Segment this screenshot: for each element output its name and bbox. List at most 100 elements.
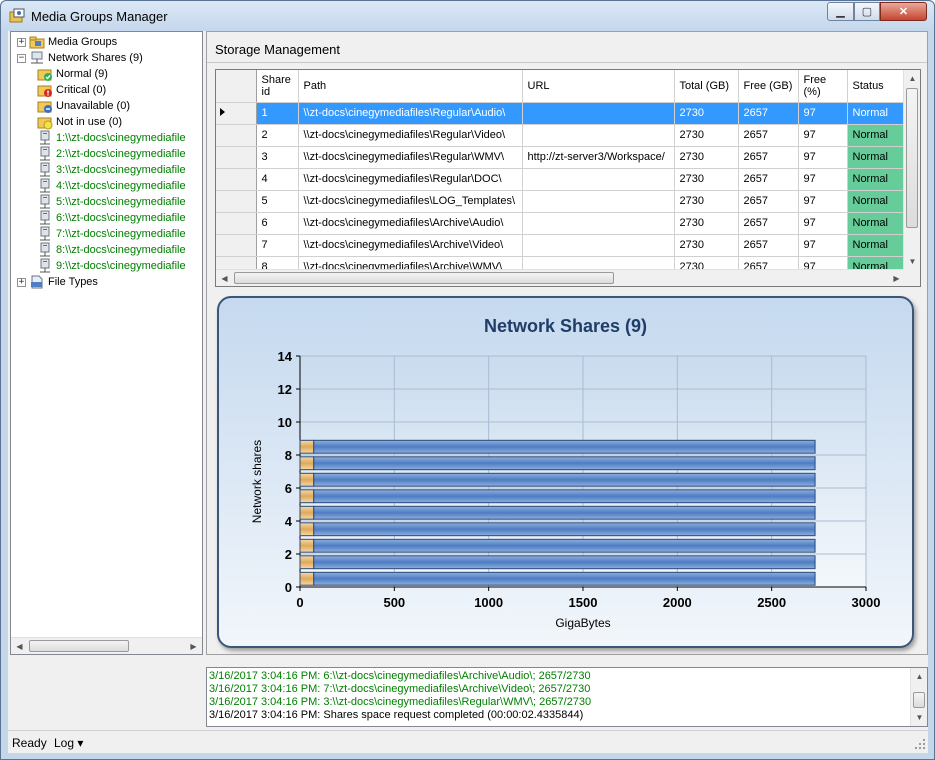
table-cell[interactable]: \\zt-docs\cinegymediafiles\Archive\Audio… (298, 212, 523, 235)
log-scroll-thumb[interactable] (913, 692, 925, 708)
table-cell[interactable]: Normal (847, 124, 906, 147)
row-header[interactable] (216, 124, 257, 147)
table-row[interactable]: 6 \\zt-docs\cinegymediafiles\Archive\Audi… (216, 212, 906, 235)
table-cell[interactable]: 97 (798, 124, 848, 147)
column-header[interactable]: Share id (256, 70, 299, 103)
tree-item[interactable]: 3:\\zt-docs\cinegymediafile (37, 162, 186, 178)
tree-item[interactable]: + File Types (17, 274, 98, 290)
tree-horizontal-scrollbar[interactable]: ◀ ▶ (11, 637, 202, 654)
table-cell[interactable] (522, 124, 675, 147)
table-cell[interactable]: http://zt-server3/Workspace/ (522, 146, 675, 169)
scroll-thumb[interactable] (29, 640, 129, 652)
tree-item[interactable]: − Network Shares (9) (17, 50, 143, 66)
tree-item[interactable]: 6:\\zt-docs\cinegymediafile (37, 210, 186, 226)
table-cell[interactable]: 2730 (674, 146, 739, 169)
tree-item[interactable]: Normal (9) (37, 66, 108, 82)
table-cell[interactable]: \\zt-docs\cinegymediafiles\Archive\Video… (298, 234, 523, 257)
table-cell[interactable]: 2730 (674, 168, 739, 191)
table-cell[interactable]: 97 (798, 190, 848, 213)
table-cell[interactable]: 97 (798, 168, 848, 191)
expand-icon[interactable]: + (17, 37, 26, 47)
table-cell[interactable]: 4 (256, 168, 299, 191)
table-cell[interactable]: 2657 (738, 102, 799, 125)
scroll-left-icon[interactable]: ◀ (11, 638, 28, 655)
tree-item[interactable]: 9:\\zt-docs\cinegymediafile (37, 258, 186, 274)
column-header[interactable]: URL (522, 70, 675, 103)
table-cell[interactable]: 2730 (674, 124, 739, 147)
table-cell[interactable]: \\zt-docs\cinegymediafiles\Regular\DOC\ (298, 168, 523, 191)
minimize-button[interactable]: ▁ (827, 2, 854, 21)
table-cell[interactable]: Normal (847, 168, 906, 191)
shares-grid[interactable]: Share id Path URL Total (GB) Free (GB) Free (… (215, 69, 921, 287)
table-cell[interactable]: Normal (847, 146, 906, 169)
table-cell[interactable]: 2657 (738, 146, 799, 169)
table-cell[interactable] (522, 102, 675, 125)
grid-vertical-scrollbar[interactable]: ▲ ▼ (903, 70, 920, 270)
table-row[interactable]: 3 \\zt-docs\cinegymediafiles\Regular\WMV\… (216, 146, 906, 169)
table-cell[interactable]: 7 (256, 234, 299, 257)
grid-hscroll-thumb[interactable] (234, 272, 614, 284)
table-row[interactable]: 5 \\zt-docs\cinegymediafiles\LOG_Template… (216, 190, 906, 213)
table-cell[interactable]: Normal (847, 190, 906, 213)
maximize-button[interactable]: ▢ (854, 2, 880, 21)
column-header[interactable]: Total (GB) (674, 70, 739, 103)
table-cell[interactable] (522, 190, 675, 213)
row-header[interactable] (216, 190, 257, 213)
tree-item[interactable]: 2:\\zt-docs\cinegymediafile (37, 146, 186, 162)
log-box[interactable]: 3/16/2017 3:04:16 PM: 6:\\zt-docs\cinegy… (206, 667, 928, 727)
grid-horizontal-scrollbar[interactable]: ◀ ▶ (216, 269, 905, 286)
scroll-down-icon[interactable]: ▼ (911, 709, 928, 726)
tree-item[interactable]: Critical (0) (37, 82, 106, 98)
tree-item[interactable]: 4:\\zt-docs\cinegymediafile (37, 178, 186, 194)
row-header[interactable] (216, 234, 257, 257)
column-header[interactable]: Path (298, 70, 523, 103)
tree-item[interactable]: Unavailable (0) (37, 98, 130, 114)
scroll-up-icon[interactable]: ▲ (904, 70, 920, 87)
tree-item[interactable]: 8:\\zt-docs\cinegymediafile (37, 242, 186, 258)
scroll-right-icon[interactable]: ▶ (185, 638, 202, 655)
table-cell[interactable] (522, 212, 675, 235)
table-cell[interactable]: 97 (798, 212, 848, 235)
table-row[interactable]: 4 \\zt-docs\cinegymediafiles\Regular\DOC\… (216, 168, 906, 191)
log-menu-button[interactable]: Log ▾ (54, 736, 83, 750)
table-cell[interactable]: 97 (798, 234, 848, 257)
table-cell[interactable]: \\zt-docs\cinegymediafiles\Regular\WMV\ (298, 146, 523, 169)
grid-scroll-thumb[interactable] (906, 88, 918, 228)
column-header[interactable]: Free (GB) (738, 70, 799, 103)
tree-item[interactable]: 1:\\zt-docs\cinegymediafile (37, 130, 186, 146)
tree-item[interactable]: 7:\\zt-docs\cinegymediafile (37, 226, 186, 242)
table-cell[interactable]: 2657 (738, 190, 799, 213)
row-header[interactable] (216, 102, 257, 125)
table-cell[interactable]: \\zt-docs\cinegymediafiles\LOG_Templates… (298, 190, 523, 213)
table-cell[interactable]: Normal (847, 212, 906, 235)
column-header[interactable]: Free (%) (798, 70, 848, 103)
table-cell[interactable]: 2730 (674, 234, 739, 257)
collapse-icon[interactable]: − (17, 53, 26, 63)
table-cell[interactable]: 97 (798, 102, 848, 125)
table-cell[interactable]: \\zt-docs\cinegymediafiles\Regular\Video… (298, 124, 523, 147)
expand-icon[interactable]: + (17, 277, 26, 287)
tree-view[interactable]: + Media Groups − Network Shares (9) Normal (… (11, 34, 202, 639)
table-cell[interactable]: Normal (847, 234, 906, 257)
tree-item[interactable]: Not in use (0) (37, 114, 122, 130)
table-cell[interactable]: 2657 (738, 124, 799, 147)
table-cell[interactable] (522, 234, 675, 257)
table-cell[interactable]: 2657 (738, 234, 799, 257)
resize-grip-icon[interactable] (914, 738, 926, 750)
table-cell[interactable]: 2657 (738, 212, 799, 235)
table-cell[interactable]: 2730 (674, 190, 739, 213)
table-row[interactable]: 2 \\zt-docs\cinegymediafiles\Regular\Vide… (216, 124, 906, 147)
row-header[interactable] (216, 168, 257, 191)
column-header[interactable]: Status (847, 70, 906, 103)
table-cell[interactable]: 2657 (738, 168, 799, 191)
table-cell[interactable]: 2 (256, 124, 299, 147)
table-cell[interactable]: 6 (256, 212, 299, 235)
table-cell[interactable]: 1 (256, 102, 299, 125)
table-row[interactable]: 7 \\zt-docs\cinegymediafiles\Archive\Vide… (216, 234, 906, 257)
tree-item[interactable]: 5:\\zt-docs\cinegymediafile (37, 194, 186, 210)
scroll-down-icon[interactable]: ▼ (904, 253, 920, 270)
row-header[interactable] (216, 212, 257, 235)
table-cell[interactable]: Normal (847, 102, 906, 125)
row-header[interactable] (216, 146, 257, 169)
table-cell[interactable]: 3 (256, 146, 299, 169)
